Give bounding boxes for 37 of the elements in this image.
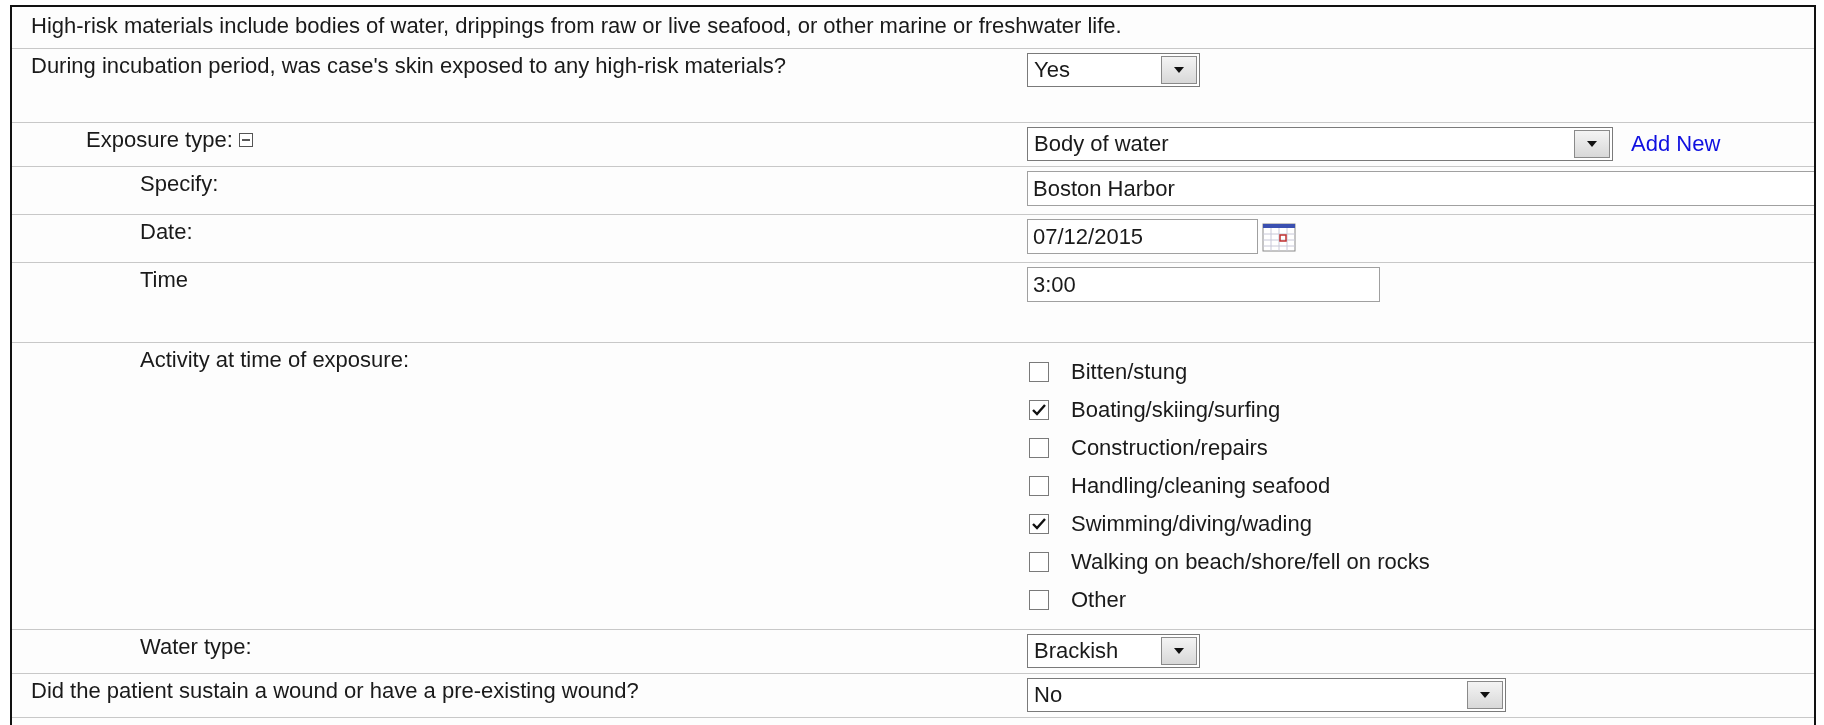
field-label: Water type:	[140, 634, 252, 660]
calendar-icon[interactable]	[1262, 222, 1296, 252]
add-new-link[interactable]: Add New	[1631, 127, 1721, 161]
notice-text: High-risk materials include bodies of water, drippings from raw or live seafood, or other marine or freshwater life.	[31, 13, 1122, 38]
checkbox[interactable]	[1029, 476, 1049, 496]
field-label: Activity at time of exposure:	[140, 347, 409, 373]
field-label: Time	[140, 267, 189, 293]
collapse-icon[interactable]	[238, 133, 253, 147]
checkbox-label[interactable]: Other	[1071, 587, 1127, 613]
date-field[interactable]: 07/12/2015	[1027, 219, 1258, 254]
dropdown[interactable]: No	[1027, 678, 1506, 712]
checkbox-label[interactable]: Swimming/diving/wading	[1071, 511, 1312, 537]
field-label: Date:	[140, 219, 193, 245]
dropdown[interactable]: Yes	[1027, 53, 1200, 87]
field-label: During incubation period, was case's skin exposed to any high-risk materials?	[31, 53, 787, 79]
field-label: Exposure type:	[86, 127, 233, 153]
time-field[interactable]: 3:00	[1027, 267, 1380, 302]
dropdown[interactable]: Body of water	[1027, 127, 1613, 161]
field-label: Specify:	[140, 171, 219, 197]
caret-icon	[1174, 67, 1184, 73]
checkbox[interactable]	[1029, 514, 1049, 534]
text-field[interactable]: Boston Harbor	[1027, 171, 1814, 206]
checkbox[interactable]	[1029, 438, 1049, 458]
caret-icon	[1174, 648, 1184, 654]
field-label: Did the patient sustain a wound or have a pre-existing wound?	[31, 678, 639, 704]
dropdown[interactable]: Brackish	[1027, 634, 1200, 668]
checkbox[interactable]	[1029, 590, 1049, 610]
checkbox-label[interactable]: Bitten/stung	[1071, 359, 1188, 385]
checkbox-label[interactable]: Walking on beach/shore/fell on rocks	[1071, 549, 1430, 575]
caret-icon	[1480, 692, 1490, 698]
caret-icon	[1587, 141, 1597, 147]
checkbox-label[interactable]: Construction/repairs	[1071, 435, 1268, 461]
checkbox[interactable]	[1029, 362, 1049, 382]
checkbox-label[interactable]: Boating/skiing/surfing	[1071, 397, 1281, 423]
checkbox-label[interactable]: Handling/cleaning seafood	[1071, 473, 1331, 499]
checkbox[interactable]	[1029, 552, 1049, 572]
checkbox[interactable]	[1029, 400, 1049, 420]
